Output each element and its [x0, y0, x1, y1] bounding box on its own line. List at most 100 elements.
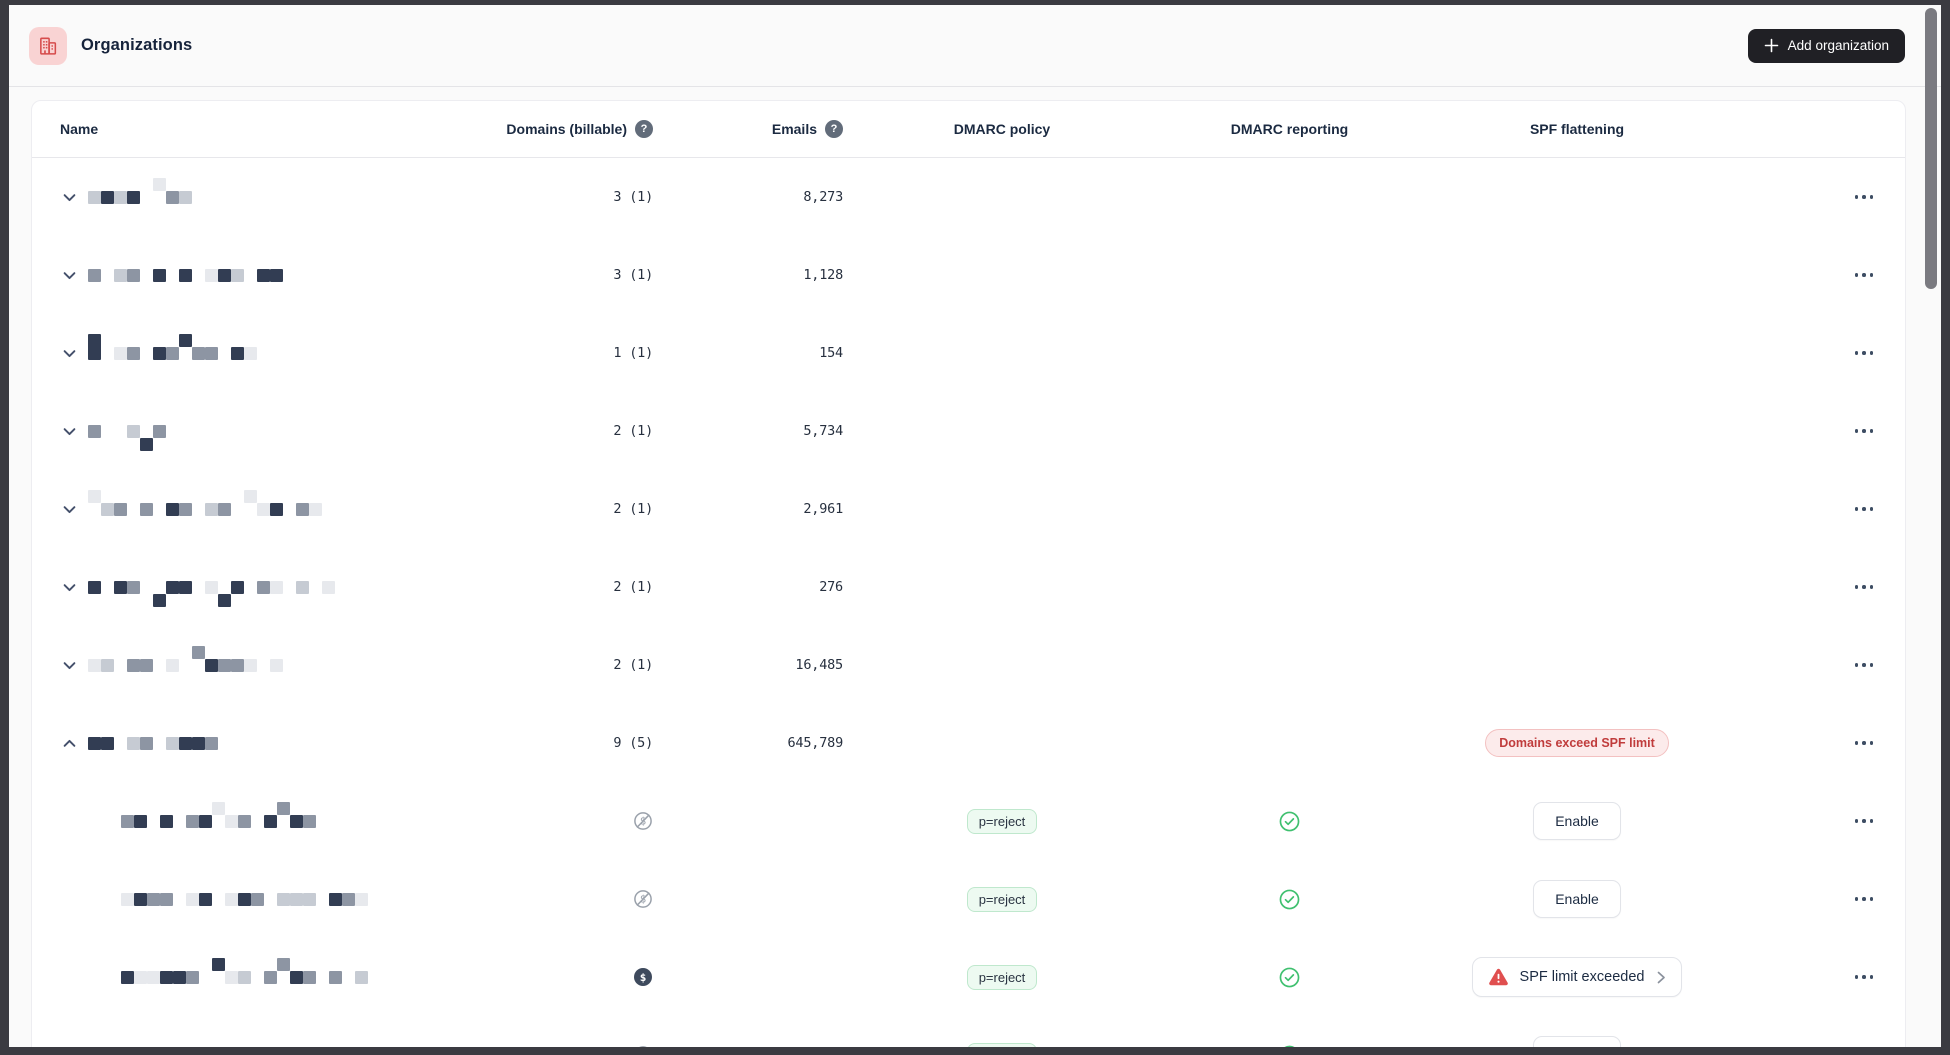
actions-cell [1732, 735, 1905, 751]
redacted-name [88, 489, 322, 516]
actions-cell [1732, 657, 1905, 673]
emails-cell: 5,734 [657, 423, 847, 439]
column-header-dmarc-reporting: DMARC reporting [1157, 121, 1422, 137]
domains-cell: $ [432, 889, 657, 909]
domains-cell: 2 (1) [432, 501, 657, 517]
domains-cell: 1 (1) [432, 345, 657, 361]
domains-count: 2 (1) [613, 579, 653, 595]
help-icon[interactable]: ? [635, 120, 653, 138]
chevron-right-icon [1657, 971, 1666, 984]
enable-spf-flattening-button[interactable]: Enable [1533, 1036, 1621, 1047]
name-cell [32, 489, 432, 518]
row-menu-ellipsis-button[interactable] [1853, 657, 1876, 673]
spf-flattening-cell: Enable [1422, 880, 1732, 918]
spf-flattening-cell: Enable [1422, 1036, 1732, 1047]
column-label: Name [60, 121, 99, 137]
redacted-name [88, 333, 257, 360]
not-billable-dollar-icon: $ [633, 811, 653, 831]
dmarc-policy-badge: p=reject [966, 808, 1038, 834]
dmarc-policy-cell: p=reject [847, 1042, 1157, 1047]
row-menu-ellipsis-button[interactable] [1853, 579, 1876, 595]
organizations-icon [29, 26, 67, 65]
expand-chevron-down-icon[interactable] [60, 422, 78, 440]
row-menu-ellipsis-button[interactable] [1853, 345, 1876, 361]
spf-flattening-cell: Domains exceed SPF limit [1422, 728, 1732, 758]
redacted-name [88, 580, 335, 607]
actions-cell [1732, 891, 1905, 907]
redacted-name [88, 177, 192, 204]
column-header-dmarc-policy: DMARC policy [847, 121, 1157, 137]
row-menu-ellipsis-button[interactable] [1853, 501, 1876, 517]
domains-count: 1 (1) [613, 345, 653, 361]
expand-chevron-down-icon[interactable] [60, 578, 78, 596]
help-icon[interactable]: ? [825, 120, 843, 138]
column-label: Domains (billable) [506, 121, 627, 137]
dmarc-reporting-cell [1157, 1045, 1422, 1047]
domains-cell: 2 (1) [432, 657, 657, 673]
actions-cell [1732, 267, 1905, 283]
svg-text:$: $ [640, 971, 647, 984]
redacted-name [88, 736, 218, 750]
redacted-name [121, 892, 368, 906]
domains-cell: $ [432, 811, 657, 831]
emails-cell: 2,961 [657, 501, 847, 517]
spf-limit-exceeded-button[interactable]: SPF limit exceeded [1471, 957, 1683, 997]
domain-row: $ p=reject Enable [32, 1016, 1905, 1047]
column-header-spf-flattening: SPF flattening [1422, 121, 1732, 137]
actions-cell [1732, 501, 1905, 517]
vertical-scrollbar-thumb[interactable] [1925, 8, 1937, 289]
column-header-domains: Domains (billable)? [432, 120, 657, 138]
enable-spf-flattening-button[interactable]: Enable [1533, 802, 1621, 840]
row-menu-ellipsis-button[interactable] [1853, 891, 1876, 907]
domains-cell: 2 (1) [432, 423, 657, 439]
expand-chevron-down-icon[interactable] [60, 500, 78, 518]
page-body: Name Domains (billable)? Emails? DMARC poli… [9, 87, 1941, 1047]
column-header-name: Name [32, 121, 432, 137]
row-menu-ellipsis-button[interactable] [1853, 813, 1876, 829]
not-billable-dollar-icon: $ [633, 1045, 653, 1047]
expand-chevron-down-icon[interactable] [60, 344, 78, 362]
actions-cell [1732, 423, 1905, 439]
name-cell [32, 333, 432, 362]
column-label: SPF flattening [1529, 121, 1625, 137]
domain-row: $ p=reject Enable [32, 860, 1905, 938]
name-cell [32, 422, 432, 451]
emails-count: 2,961 [803, 501, 843, 517]
row-menu-ellipsis-button[interactable] [1853, 189, 1876, 205]
organizations-table-card: Name Domains (billable)? Emails? DMARC poli… [31, 100, 1906, 1047]
expand-chevron-down-icon[interactable] [60, 266, 78, 284]
name-cell [32, 177, 432, 206]
collapse-chevron-up-icon[interactable] [60, 734, 78, 752]
enable-spf-flattening-button[interactable]: Enable [1533, 880, 1621, 918]
table-body: 3 (1) 8,273 3 (1) 1,128 1 (1) 154 2 (1) 5,734 2 … [32, 158, 1905, 1047]
row-menu-ellipsis-button[interactable] [1853, 735, 1876, 751]
redacted-name [121, 957, 368, 984]
organization-row: 9 (5) 645,789 Domains exceed SPF limit [32, 704, 1905, 782]
redacted-name [121, 801, 316, 828]
spf-flattening-cell: Enable [1422, 802, 1732, 840]
dmarc-policy-badge: p=reject [966, 964, 1038, 990]
actions-cell [1732, 969, 1905, 985]
domain-row: $ p=reject Enable [32, 782, 1905, 860]
row-menu-ellipsis-button[interactable] [1853, 267, 1876, 283]
add-organization-button[interactable]: Add organization [1747, 28, 1905, 63]
dmarc-policy-cell: p=reject [847, 964, 1157, 990]
app-header: Organizations Add organization [9, 5, 1941, 87]
row-menu-ellipsis-button[interactable] [1853, 969, 1876, 985]
domain-row: $ p=reject SPF limit exceeded [32, 938, 1905, 1016]
emails-count: 16,485 [795, 657, 843, 673]
expand-chevron-down-icon[interactable] [60, 188, 78, 206]
emails-cell: 8,273 [657, 189, 847, 205]
name-cell [32, 957, 432, 984]
check-circle-icon [1279, 811, 1300, 832]
row-menu-ellipsis-button[interactable] [1853, 423, 1876, 439]
billable-dollar-icon: $ [633, 967, 653, 987]
emails-count: 154 [819, 345, 843, 361]
expand-chevron-down-icon[interactable] [60, 656, 78, 674]
redacted-name [88, 645, 283, 672]
actions-cell [1732, 579, 1905, 595]
dmarc-policy-cell: p=reject [847, 886, 1157, 912]
name-cell [32, 892, 432, 906]
redacted-name [88, 268, 283, 282]
organization-row: 2 (1) 16,485 [32, 626, 1905, 704]
